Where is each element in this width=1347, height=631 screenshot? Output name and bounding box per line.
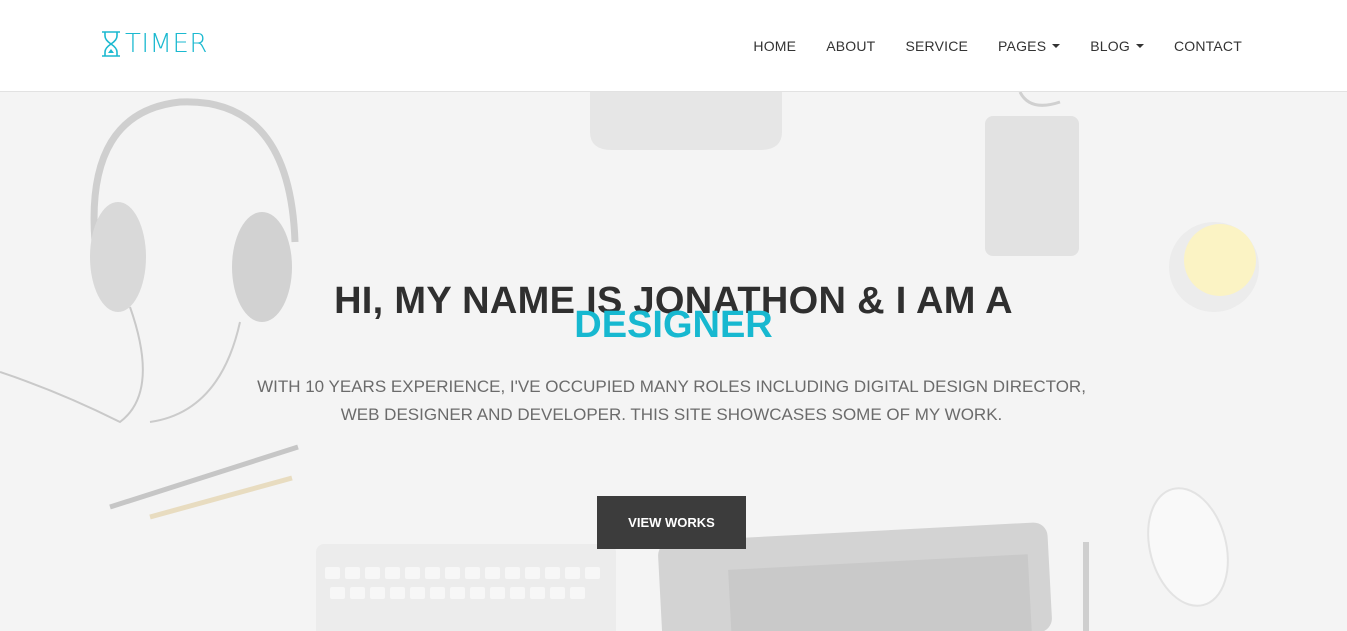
nav-label: PAGES (998, 37, 1047, 54)
nav-item-pages[interactable]: PAGES (998, 37, 1061, 54)
caret-down-icon (1135, 43, 1144, 48)
hourglass-icon (102, 31, 120, 57)
hard-drive-icon (985, 116, 1079, 256)
nav-item-home[interactable]: HOME (753, 38, 796, 54)
nav-label: ABOUT (826, 37, 876, 54)
nav-item-contact[interactable]: CONTACT (1174, 38, 1242, 54)
hero-description: WITH 10 YEARS EXPERIENCE, I'VE OCCUPIED … (250, 373, 1093, 429)
caret-down-icon (1052, 43, 1061, 48)
brand-logo[interactable]: TIMER (100, 29, 208, 59)
main-nav: HOME ABOUT SERVICE PAGES BLOG CONTACT (723, 0, 1242, 91)
nav-label: SERVICE (905, 37, 969, 54)
pencil-icon (109, 444, 299, 510)
hero-description-line: WITH 10 YEARS EXPERIENCE, I'VE OCCUPIED … (257, 377, 1086, 396)
site-header: TIMER HOME ABOUT SERVICE PAGES BLOG CONT… (0, 0, 1347, 92)
nav-item-blog[interactable]: BLOG (1090, 38, 1144, 54)
nav-label: HOME (753, 37, 797, 54)
view-works-button[interactable]: VIEW WORKS (597, 496, 746, 549)
nav-label: BLOG (1090, 37, 1130, 54)
nav-item-service[interactable]: SERVICE (905, 38, 968, 54)
brand-name: TIMER (125, 29, 208, 59)
mouse-icon (1147, 487, 1229, 607)
monitor-stand-icon (590, 92, 782, 150)
hero-role-highlight: DESIGNER (574, 304, 773, 346)
nav-item-about[interactable]: ABOUT (826, 38, 875, 54)
hero-section: HI, MY NAME IS JONATHON & I AM A DESIGNE… (0, 92, 1347, 631)
desk-background-image (0, 92, 1259, 631)
nav-label: CONTACT (1173, 37, 1242, 54)
hero-description-line: WEB DESIGNER AND DEVELOPER. THIS SITE SH… (340, 405, 1003, 424)
